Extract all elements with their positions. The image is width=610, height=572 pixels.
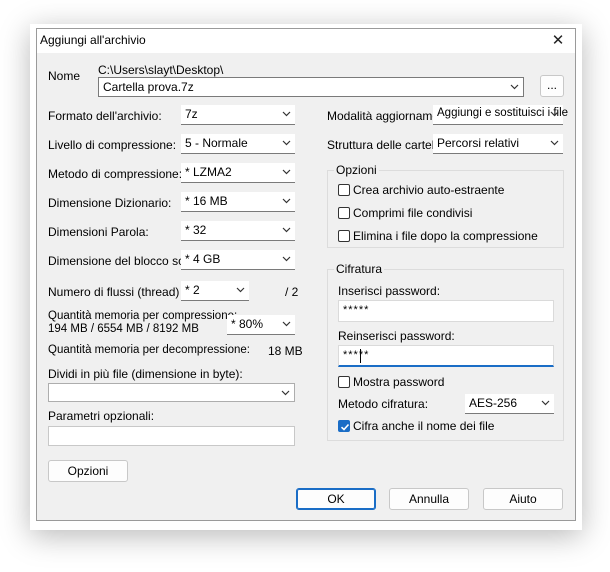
sfx-checkbox[interactable] — [338, 184, 350, 196]
mem-comp-values: 194 MB / 6554 MB / 8192 MB — [48, 323, 199, 335]
solid-block-select[interactable]: * 4 GB — [181, 250, 295, 270]
cancel-button[interactable]: Annulla — [389, 488, 469, 510]
chevron-down-icon — [281, 390, 290, 396]
browse-button[interactable]: ... — [540, 75, 564, 97]
threads-select[interactable]: * 2 — [181, 281, 249, 301]
password-repeat-value: ***** — [343, 349, 370, 361]
threads-max: / 2 — [285, 285, 299, 299]
solid-block-value: * 4 GB — [185, 252, 221, 266]
name-label: Nome — [48, 69, 81, 83]
ok-button[interactable]: OK — [296, 488, 376, 510]
sfx-label: Crea archivio auto-estraente — [353, 183, 505, 197]
chevron-down-icon — [282, 140, 291, 146]
archive-path: C:\Users\slayt\Desktop\ — [98, 63, 224, 77]
level-label: Livello di compressione: — [48, 138, 177, 152]
show-password-label: Mostra password — [353, 375, 445, 389]
password-input[interactable]: ***** — [338, 300, 554, 322]
word-size-select[interactable]: * 32 — [181, 221, 295, 241]
mem-usage-select[interactable]: * 80% — [227, 315, 295, 335]
encryption-method-value: AES-256 — [469, 396, 518, 410]
chevron-down-icon — [550, 111, 559, 117]
path-mode-select[interactable]: Percorsi relativi — [433, 134, 563, 154]
params-label: Parametri opzionali: — [48, 409, 155, 423]
password-repeat-label: Reinserisci password: — [338, 329, 455, 343]
method-select[interactable]: * LZMA2 — [181, 163, 295, 183]
level-value: 5 - Normale — [185, 136, 248, 150]
params-input[interactable] — [48, 426, 295, 446]
chevron-down-icon — [236, 287, 245, 293]
options-button[interactable]: Opzioni — [48, 460, 128, 482]
chevron-down-icon — [282, 256, 291, 262]
delete-after-checkbox[interactable] — [338, 230, 350, 242]
encryption-method-select[interactable]: AES-256 — [465, 394, 554, 414]
chevron-down-icon — [282, 169, 291, 175]
encryption-method-label: Metodo cifratura: — [338, 397, 429, 411]
text-caret — [360, 349, 361, 363]
encrypt-names-label: Cifra anche il nome dei file — [353, 419, 495, 433]
format-select[interactable]: 7z — [181, 105, 295, 125]
options-group-title: Opzioni — [334, 163, 379, 177]
shared-files-checkbox[interactable] — [338, 207, 350, 219]
threads-value: * 2 — [185, 283, 200, 297]
checkmark-icon — [340, 423, 350, 431]
show-password-checkbox[interactable] — [338, 376, 350, 388]
word-size-value: * 32 — [185, 223, 207, 237]
chevron-down-icon — [282, 198, 291, 204]
help-button[interactable]: Aiuto — [483, 488, 563, 510]
mem-comp-label: Quantità memoria per compressione: — [48, 310, 238, 322]
format-value: 7z — [185, 107, 198, 121]
mem-decomp-label: Quantità memoria per decompressione: — [48, 344, 250, 356]
chevron-down-icon — [541, 400, 550, 406]
method-value: * LZMA2 — [185, 165, 232, 179]
mem-usage-value: * 80% — [231, 317, 264, 331]
password-repeat-input[interactable]: ***** — [338, 345, 554, 367]
chevron-down-icon — [282, 111, 291, 117]
word-size-label: Dimensioni Parola: — [48, 225, 149, 239]
dictionary-select[interactable]: * 16 MB — [181, 192, 295, 212]
split-label: Dividi in più file (dimensione in byte): — [48, 367, 243, 381]
encryption-group-title: Cifratura — [334, 262, 385, 276]
dictionary-value: * 16 MB — [185, 194, 228, 208]
password-label: Inserisci password: — [338, 284, 441, 298]
chevron-down-icon — [510, 84, 519, 90]
level-select[interactable]: 5 - Normale — [181, 134, 295, 154]
archive-name-combo[interactable]: Cartella prova.7z — [98, 77, 524, 97]
format-label: Formato dell'archivio: — [48, 109, 162, 123]
delete-after-label: Elimina i file dopo la compressione — [353, 229, 538, 243]
chevron-down-icon — [282, 227, 291, 233]
chevron-down-icon — [282, 321, 291, 327]
dialog-title: Aggiungi all'archivio — [40, 33, 146, 47]
add-to-archive-dialog: Aggiungi all'archivio ✕ Nome C:\Users\sl… — [36, 28, 576, 521]
shared-files-label: Comprimi file condivisi — [353, 206, 473, 220]
password-value: ***** — [343, 304, 370, 316]
archive-name-value: Cartella prova.7z — [103, 80, 194, 94]
update-mode-select[interactable]: Aggiungi e sostituisci i file — [433, 105, 568, 125]
dictionary-label: Dimensione Dizionario: — [48, 196, 172, 210]
path-mode-value: Percorsi relativi — [437, 136, 520, 150]
path-mode-label: Struttura delle cartelle: — [327, 138, 448, 152]
title-bar: Aggiungi all'archivio ✕ — [37, 29, 575, 53]
encrypt-names-checkbox[interactable] — [338, 420, 350, 432]
method-label: Metodo di compressione: — [48, 167, 183, 181]
chevron-down-icon — [550, 140, 559, 146]
mem-decomp-value: 18 MB — [268, 344, 303, 358]
update-mode-value: Aggiungi e sostituisci i file — [437, 107, 569, 119]
close-icon[interactable]: ✕ — [547, 30, 569, 52]
split-volumes-combo[interactable] — [48, 383, 295, 402]
